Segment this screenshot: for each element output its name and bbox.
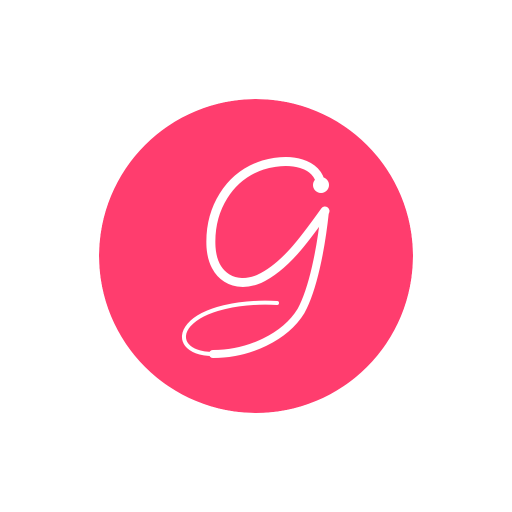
g-logo-icon (99, 99, 413, 413)
logo-circle (99, 99, 413, 413)
script-g-terminal-dot (313, 177, 329, 193)
page-canvas (0, 0, 512, 512)
app-icon[interactable] (99, 99, 413, 413)
